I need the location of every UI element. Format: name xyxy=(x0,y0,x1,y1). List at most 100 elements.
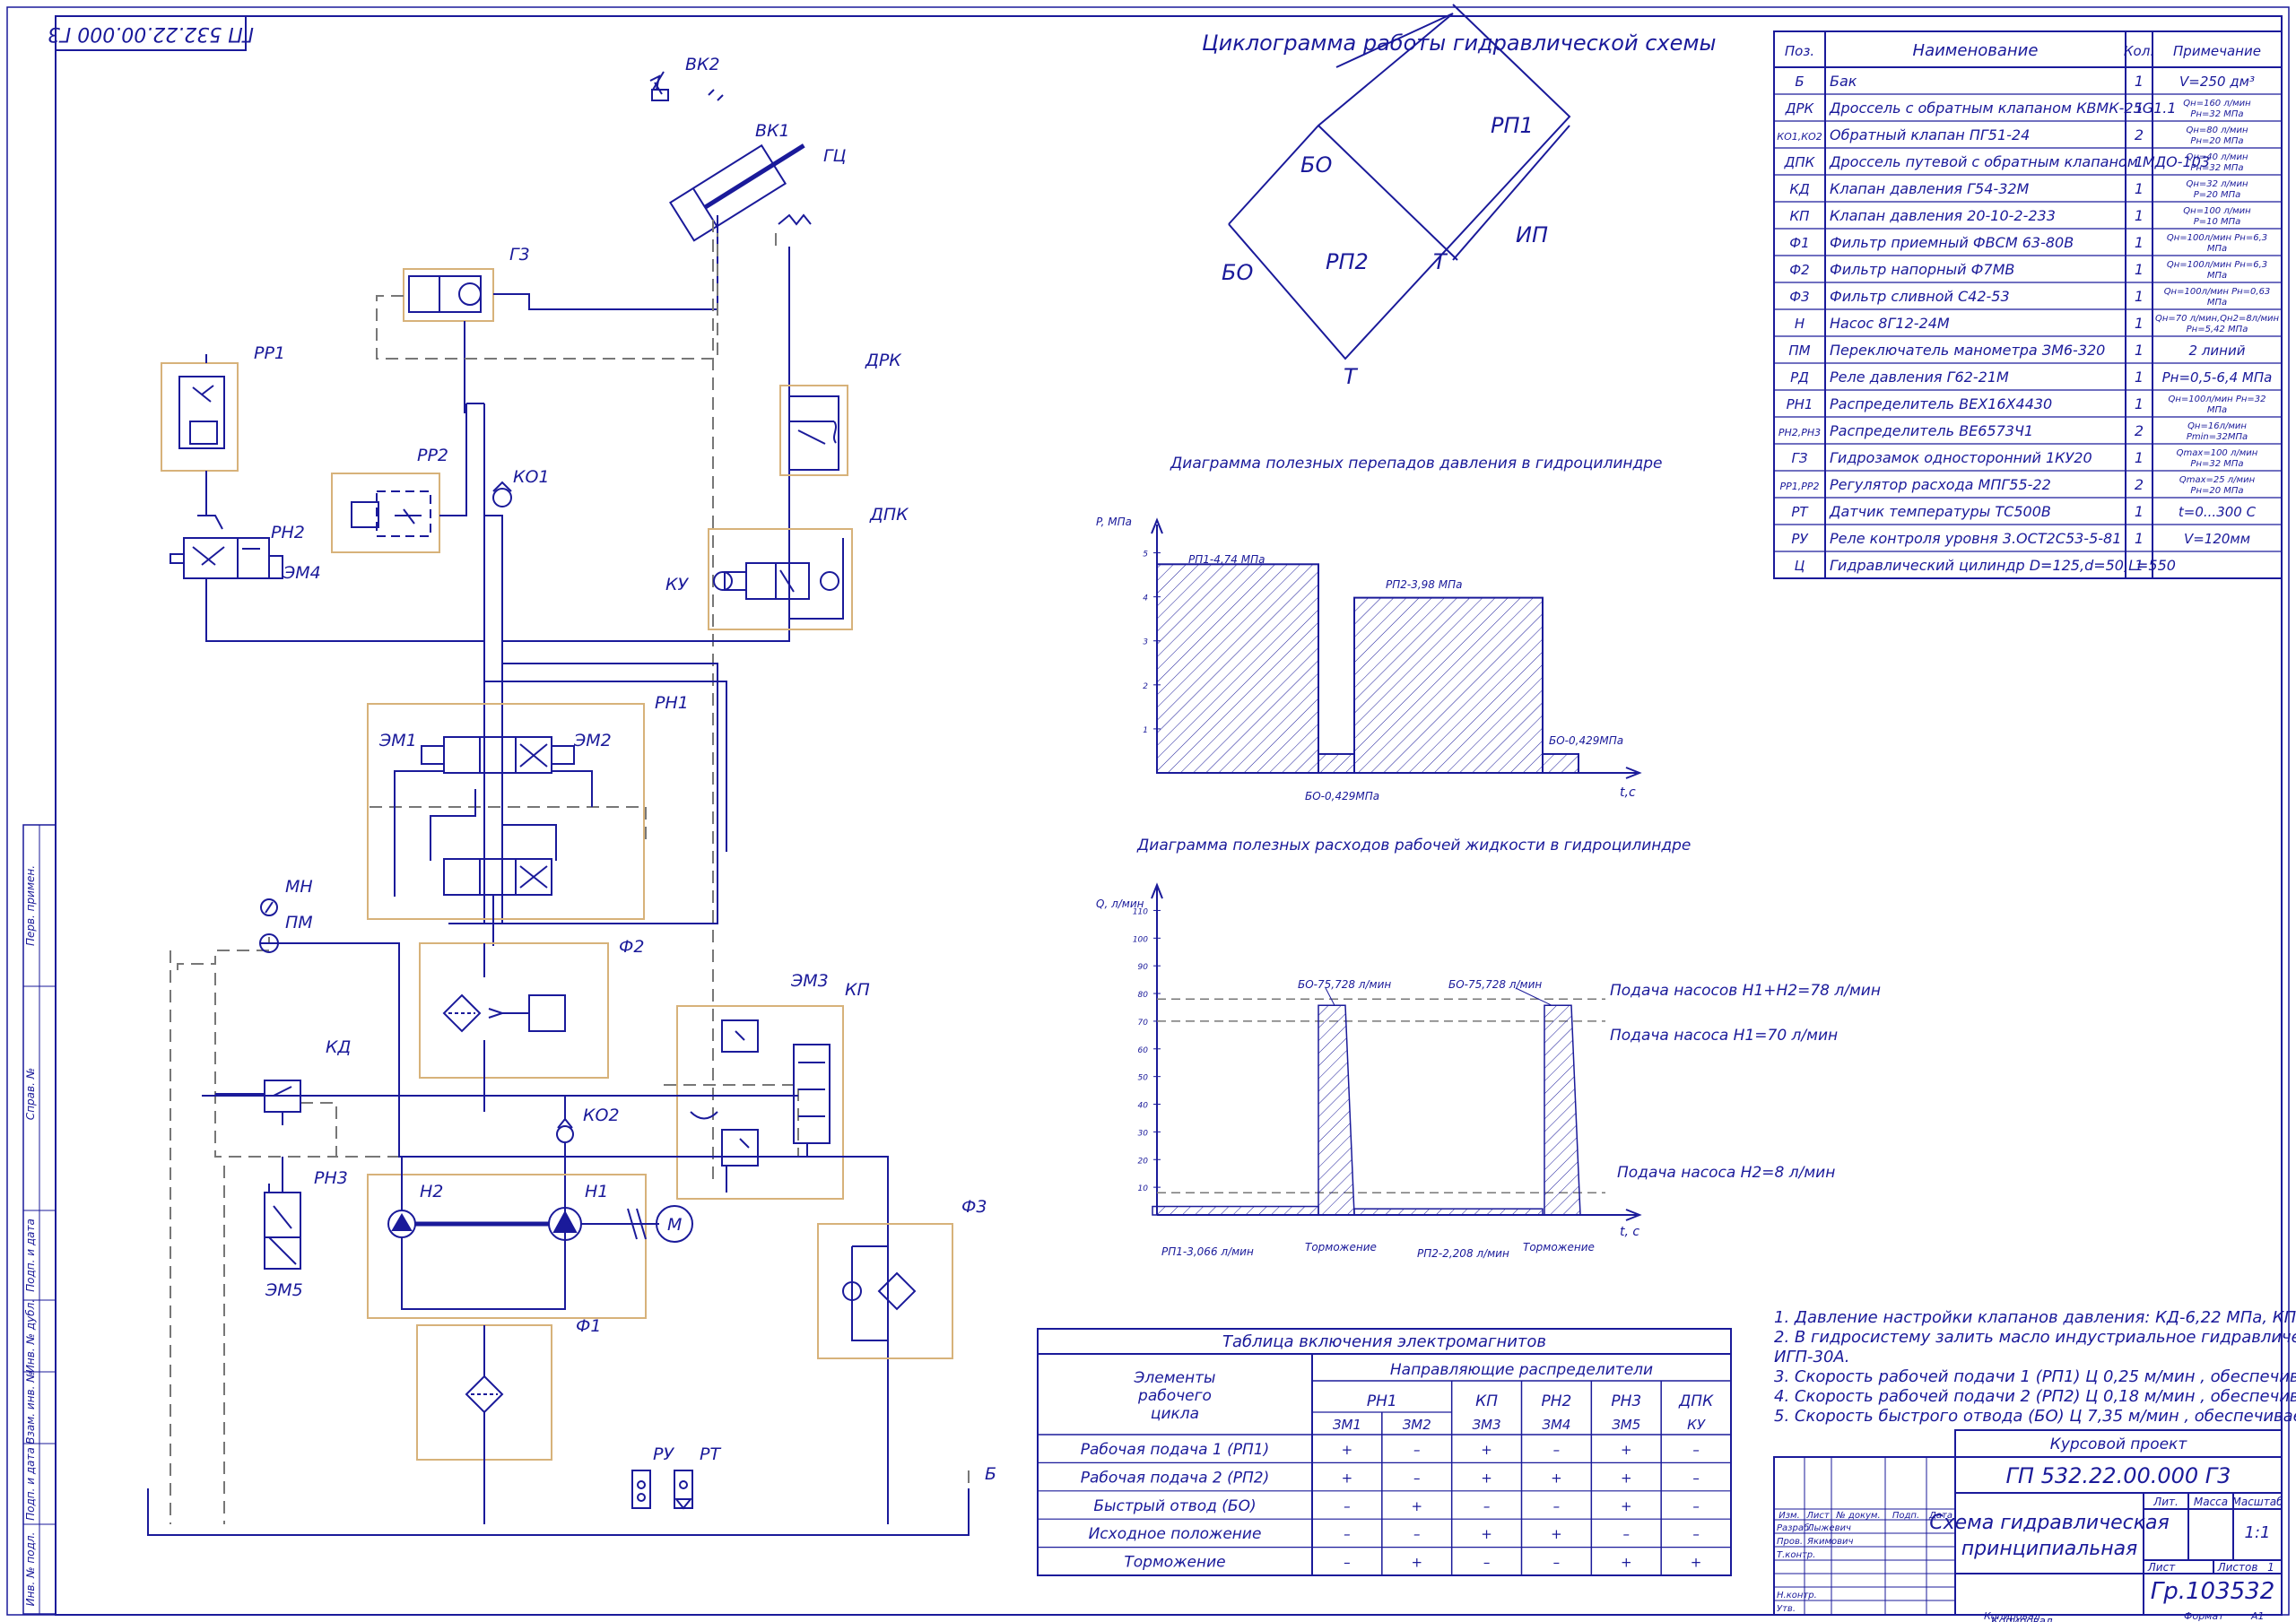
tb-role-0: Изм. xyxy=(1779,1511,1800,1521)
em-cell: – xyxy=(1692,1526,1700,1542)
parts-cell-pos: ГЗ xyxy=(1792,450,1808,466)
label-rn2: РН2 xyxy=(271,523,305,542)
parts-cell-qty: 1 xyxy=(2135,207,2144,224)
em-group-2: РН2 xyxy=(1541,1392,1571,1410)
filter-f3 xyxy=(817,1223,953,1359)
flow-tick-label: 50 xyxy=(1138,1074,1149,1083)
pressure-tick-label: 2 xyxy=(1143,682,1148,691)
pressure-diagram: Диаграмма полезных перепадов давления в … xyxy=(1096,455,1662,802)
parts-cell-qty: 2 xyxy=(2135,126,2144,143)
parts-cell-note: Рн=0,5-6,4 МПа xyxy=(2162,369,2273,386)
parts-cell-pos: ДПК xyxy=(1784,154,1816,170)
parts-cell-qty: 1 xyxy=(2135,449,2144,466)
em-cell: – xyxy=(1483,1498,1491,1514)
em-sub-0: ЗМ1 xyxy=(1333,1417,1361,1433)
parts-cell-name: Дроссель с обратным клапаном КВМК-25G1.1 xyxy=(1829,100,2177,117)
parts-cell-note: Рн=5,42 МПа xyxy=(2187,325,2248,334)
sensor-ru xyxy=(631,1470,651,1509)
parts-cell-name: Переключатель манометра ЗМ6-320 xyxy=(1830,342,2105,359)
sensor-rt xyxy=(674,1470,693,1510)
em-sub-2: ЗМ3 xyxy=(1473,1417,1501,1433)
cyclogram-label-rp2: РП2 xyxy=(1326,249,1369,274)
tb-person-role-2: Т.контр. xyxy=(1777,1550,1815,1560)
parts-cell-qty: 1 xyxy=(2135,100,2144,117)
em-cell: – xyxy=(1623,1526,1631,1542)
flow-tick-label: 40 xyxy=(1138,1102,1149,1111)
parts-cell-note: Qн=16л/мин xyxy=(2187,421,2247,431)
label-vk1: ВК1 xyxy=(755,121,790,141)
parts-cell-name: Реле давления Г62-21М xyxy=(1830,369,2009,386)
parts-cell-note: Рmin=32МПа xyxy=(2187,432,2248,442)
flow-tick-label: 70 xyxy=(1138,1019,1149,1028)
parts-cell-qty: 1 xyxy=(2135,73,2144,90)
em-cell: – xyxy=(1344,1498,1351,1514)
parts-cell-pos: РН1 xyxy=(1787,396,1813,412)
em-col-header-1: Элементы xyxy=(1134,1369,1216,1387)
em-row-name: Рабочая подача 1 (РП1) xyxy=(1081,1441,1270,1459)
label-ko1: КО1 xyxy=(513,467,550,487)
parts-cell-note: 2 линий xyxy=(2189,343,2246,359)
pressure-annot-rp2: РП2-3,98 МПа xyxy=(1386,578,1463,591)
em-group-3: РН3 xyxy=(1611,1392,1641,1410)
tb-role-3: Подп. xyxy=(1892,1511,1919,1521)
parts-cell-qty: 1 xyxy=(2135,315,2144,332)
em-cell: – xyxy=(1553,1442,1561,1458)
flow-annot-n2: Подача насоса Н2=8 л/мин xyxy=(1617,1164,1835,1182)
cyclogram-label-bo-1: БО xyxy=(1300,152,1332,178)
parts-cell-name: Клапан давления Г54-32М xyxy=(1830,180,2030,197)
check-valve-ko2 xyxy=(556,1125,574,1143)
label-rt: РТ xyxy=(700,1444,721,1464)
title-block-text: Курсовой проект ГП 532.22.00.000 Г3 Схем… xyxy=(1777,1436,2283,1622)
flow-bar-bo-2 xyxy=(1544,1004,1581,1216)
parts-cell-name: Реле контроля уровня 3.ОСТ2С53-5-81 xyxy=(1830,530,2121,547)
parts-cell-name: Фильтр приемный ФВСМ 63-80В xyxy=(1830,234,2074,251)
parts-cell-note: Qн=80 л/мин xyxy=(2186,126,2248,135)
parts-cell-note: Рн=20 МПа xyxy=(2190,136,2243,146)
em-cell: – xyxy=(1344,1555,1351,1571)
em-row-name: Рабочая подача 2 (РП2) xyxy=(1081,1469,1270,1487)
em-group-1: КП xyxy=(1475,1392,1498,1410)
em-cell: – xyxy=(1692,1442,1700,1458)
pressure-tick-label: 3 xyxy=(1143,638,1148,647)
pressure-bar xyxy=(1353,596,1544,774)
em-cell: + xyxy=(1551,1470,1562,1486)
parts-header-3: Примечание xyxy=(2173,43,2261,59)
tank-b xyxy=(147,1488,970,1536)
parts-cell-pos: РД xyxy=(1790,369,1809,386)
parts-cell-note: Qн=100 л/мин xyxy=(2183,206,2251,216)
parts-cell-name: Датчик температуры ТС500В xyxy=(1829,503,2051,520)
parts-cell-qty: 1 xyxy=(2135,530,2144,547)
note-5: 5. Скорость быстрого отвода (БО) Ц 7,35 … xyxy=(1774,1407,2296,1426)
parts-cell-note: Qн=40 л/мин xyxy=(2186,152,2248,162)
tb-person-name-1: Якимович xyxy=(1806,1537,1854,1547)
tb-role-2: № докум. xyxy=(1835,1511,1880,1521)
parts-cell-pos: КП xyxy=(1790,208,1810,224)
parts-cell-name: Фильтр сливной С42-53 xyxy=(1830,288,2010,305)
hydrolock-g3 xyxy=(403,268,494,322)
pressure-annot-bo-2: БО-0,429МПа xyxy=(1549,734,1623,747)
parts-cell-note: Qн=100л/мин Рн=6,3 xyxy=(2167,233,2267,243)
em-cell: + xyxy=(1342,1470,1353,1486)
valve-kd xyxy=(215,1080,301,1125)
label-rr1: РР1 xyxy=(254,343,285,363)
flow-tick-label: 90 xyxy=(1138,963,1149,972)
pressure-tick-label: 5 xyxy=(1143,551,1148,559)
flow-tick-label: 10 xyxy=(1138,1184,1149,1193)
label-ko2: КО2 xyxy=(583,1106,620,1125)
parts-cell-note: Qн=100л/мин Рн=32 xyxy=(2168,395,2266,404)
flow-bar-rp2 xyxy=(1353,1208,1544,1216)
parts-cell-qty: 1 xyxy=(2135,503,2144,520)
side-label-0: Перв. примен. xyxy=(24,865,37,946)
parts-cell-qty: 1 xyxy=(2135,288,2144,305)
tb-lit: Лит. xyxy=(2152,1496,2179,1508)
em-cell: + xyxy=(1621,1470,1632,1486)
parts-cell-name: Клапан давления 20-10-2-233 xyxy=(1830,207,2056,224)
parts-header-0: Поз. xyxy=(1785,43,1814,59)
em-row-name: Быстрый отвод (БО) xyxy=(1093,1497,1256,1515)
cylinder-gc xyxy=(669,143,805,242)
note-2b: ИГП-30А. xyxy=(1774,1348,1849,1366)
parts-cell-note: Qн=32 л/мин xyxy=(2186,179,2248,189)
parts-cell-note: Qн=70 л/мин,Qн2=8л/мин xyxy=(2155,314,2280,324)
parts-cell-qty: 1 xyxy=(2135,261,2144,278)
tb-role-4: Дата xyxy=(1928,1511,1952,1521)
